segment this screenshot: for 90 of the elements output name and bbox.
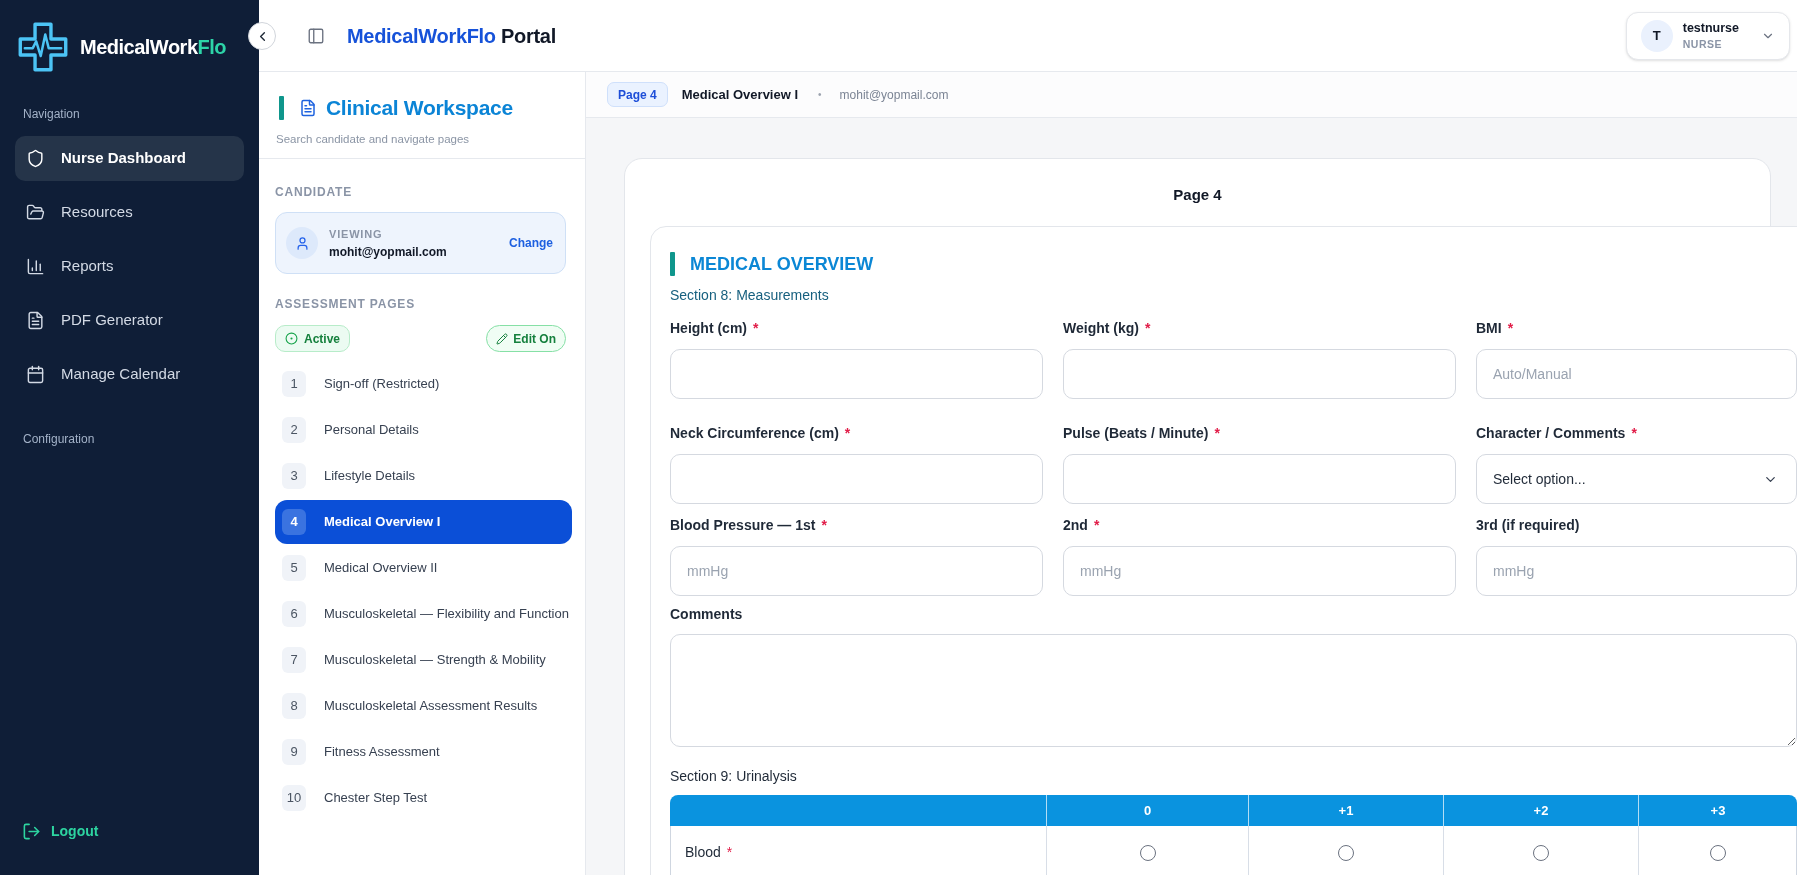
page-list-item[interactable]: 9 Fitness Assessment — [275, 730, 572, 774]
medical-cross-logo-icon — [18, 22, 68, 72]
document-icon — [26, 311, 45, 330]
select-field[interactable]: Select option... — [1476, 454, 1797, 504]
nav-item[interactable]: Resources — [15, 190, 244, 235]
folder-icon — [26, 203, 45, 222]
portal-title: MedicalWorkFlo Portal — [347, 23, 556, 49]
input-field[interactable]: mmHg — [670, 546, 1043, 596]
section-title: Section 9: Urinalysis — [670, 767, 797, 785]
page-number-tag: 10 — [282, 785, 306, 811]
nav-item[interactable]: PDF Generator — [15, 298, 244, 343]
section-heading: Navigation — [23, 106, 80, 123]
shield-icon — [26, 149, 45, 168]
status-label: Active — [304, 330, 341, 348]
accent-bar — [670, 252, 675, 276]
field-label: Pulse (Beats / Minute) * — [1063, 424, 1220, 442]
page-list-item[interactable]: 4 Medical Overview I — [275, 500, 572, 544]
bar-chart-icon — [26, 257, 45, 276]
page-number-tag: 4 — [282, 509, 306, 535]
field-label: 2nd * — [1063, 516, 1100, 534]
field-label: Neck Circumference (cm) * — [670, 424, 851, 442]
viewing-label: VIEWING — [329, 227, 383, 242]
page-number-tag: 1 — [282, 371, 306, 397]
section-heading: MEDICAL OVERVIEW — [690, 253, 874, 276]
input-field[interactable] — [670, 454, 1043, 504]
page-list-item[interactable]: 2 Personal Details — [275, 408, 572, 452]
input-field[interactable] — [1063, 454, 1456, 504]
user-name: testnurse — [1682, 19, 1739, 36]
user-avatar: T — [1640, 19, 1673, 52]
logout-button[interactable]: Logout — [22, 821, 99, 842]
change-link[interactable]: Change — [509, 234, 553, 252]
page-list-item[interactable]: 6 Musculoskeletal — Flexibility and Function — [275, 592, 572, 636]
calendar-icon — [26, 365, 45, 384]
field-label: Height (cm) * — [670, 319, 759, 337]
page-number-tag: 6 — [282, 601, 306, 627]
column-header: +2 — [1533, 801, 1549, 820]
page-number-tag: 8 — [282, 693, 306, 719]
input-field[interactable]: mmHg — [1063, 546, 1456, 596]
page-number-tag: 2 — [282, 417, 306, 443]
page-number-tag: 3 — [282, 463, 306, 489]
logo-wordmark: MedicalWorkFlo — [80, 35, 226, 60]
section-title: Section 8: Measurements — [670, 286, 829, 304]
edit-mode-toggle[interactable]: Edit On — [486, 325, 566, 352]
page-number-tag: 9 — [282, 739, 306, 765]
column-header: 0 — [1143, 801, 1152, 820]
logout-icon — [22, 822, 41, 841]
field-label: Weight (kg) * — [1063, 319, 1151, 337]
input-field[interactable] — [670, 349, 1043, 399]
nav-item[interactable]: Nurse Dashboard — [15, 136, 244, 181]
input-field[interactable]: Auto/Manual — [1476, 349, 1797, 399]
page-number-tag: 7 — [282, 647, 306, 673]
section-heading: Configuration — [23, 431, 95, 448]
field-label: Character / Comments * — [1476, 424, 1637, 442]
candidate-email: mohit@yopmail.com — [329, 244, 447, 261]
status-dot-icon — [285, 332, 298, 345]
user-avatar-icon — [286, 227, 318, 259]
field-label: Comments — [670, 605, 743, 623]
page-list-item[interactable]: 3 Lifestyle Details — [275, 454, 572, 498]
section-heading: ASSESSMENT PAGES — [275, 296, 415, 313]
page-list-item[interactable]: 1 Sign-off (Restricted) — [275, 362, 572, 406]
field-label: BMI * — [1476, 319, 1514, 337]
page-list-item[interactable]: 7 Musculoskeletal — Strength & Mobility — [275, 638, 572, 682]
workspace-subtitle: Search candidate and navigate pages — [276, 131, 470, 147]
field-label: Blood Pressure — 1st * — [670, 516, 827, 534]
document-icon — [299, 98, 317, 117]
nav-item[interactable]: Reports — [15, 244, 244, 289]
separator-dot: • — [818, 88, 822, 102]
user-role: NURSE — [1682, 36, 1722, 52]
input-field[interactable]: mmHg — [1476, 546, 1797, 596]
section-heading: CANDIDATE — [275, 184, 352, 201]
panel-icon — [307, 26, 325, 45]
column-header: +3 — [1710, 801, 1726, 820]
user-menu-button[interactable]: T testnurse NURSE — [1625, 11, 1790, 60]
page-list-item[interactable]: 8 Musculoskeletal Assessment Results — [275, 684, 572, 728]
page-number-tag: 5 — [282, 555, 306, 581]
column-header: +1 — [1338, 801, 1354, 820]
nav-item[interactable]: Manage Calendar — [15, 352, 244, 397]
row-label: Blood * — [685, 843, 733, 862]
page-title: Medical Overview I — [681, 85, 799, 104]
candidate-email: mohit@yopmail.com — [839, 86, 949, 104]
workspace-title: Clinical Workspace — [326, 95, 513, 121]
sidebar-toggle-button[interactable] — [307, 26, 325, 45]
page-number-tag: Page 4 — [607, 82, 668, 107]
page-list-item[interactable]: 10 Chester Step Test — [275, 776, 572, 820]
page-heading: Page 4 — [1173, 186, 1222, 204]
field-label: 3rd (if required) — [1476, 516, 1580, 534]
pencil-icon — [496, 332, 509, 345]
input-field[interactable] — [1063, 349, 1456, 399]
page-list-item[interactable]: 5 Medical Overview II — [275, 546, 572, 590]
accent-bar — [279, 95, 284, 120]
